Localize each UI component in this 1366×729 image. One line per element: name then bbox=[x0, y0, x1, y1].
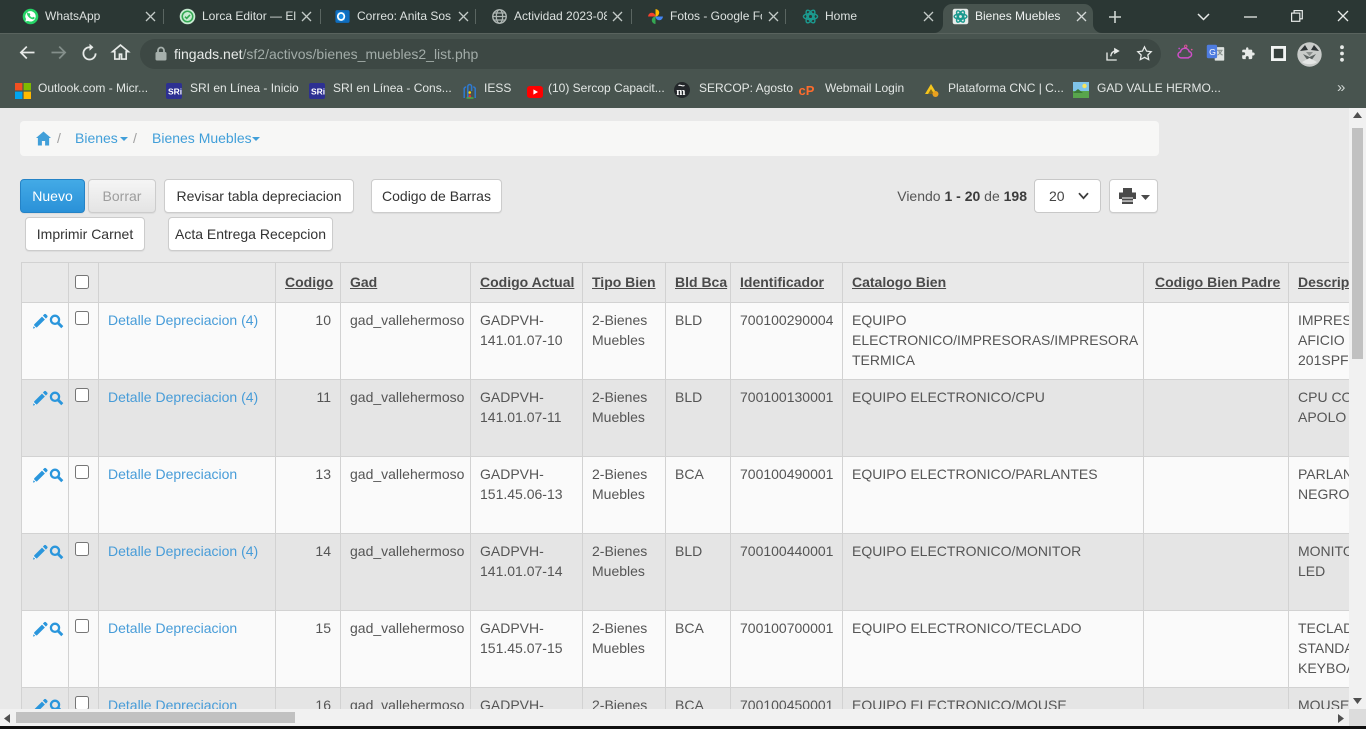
svg-text:SRi: SRi bbox=[168, 87, 182, 97]
svg-text:G: G bbox=[1209, 47, 1216, 57]
svg-text:cP: cP bbox=[799, 83, 815, 98]
svg-text:SRi: SRi bbox=[311, 87, 325, 97]
svg-text:m: m bbox=[676, 86, 685, 98]
